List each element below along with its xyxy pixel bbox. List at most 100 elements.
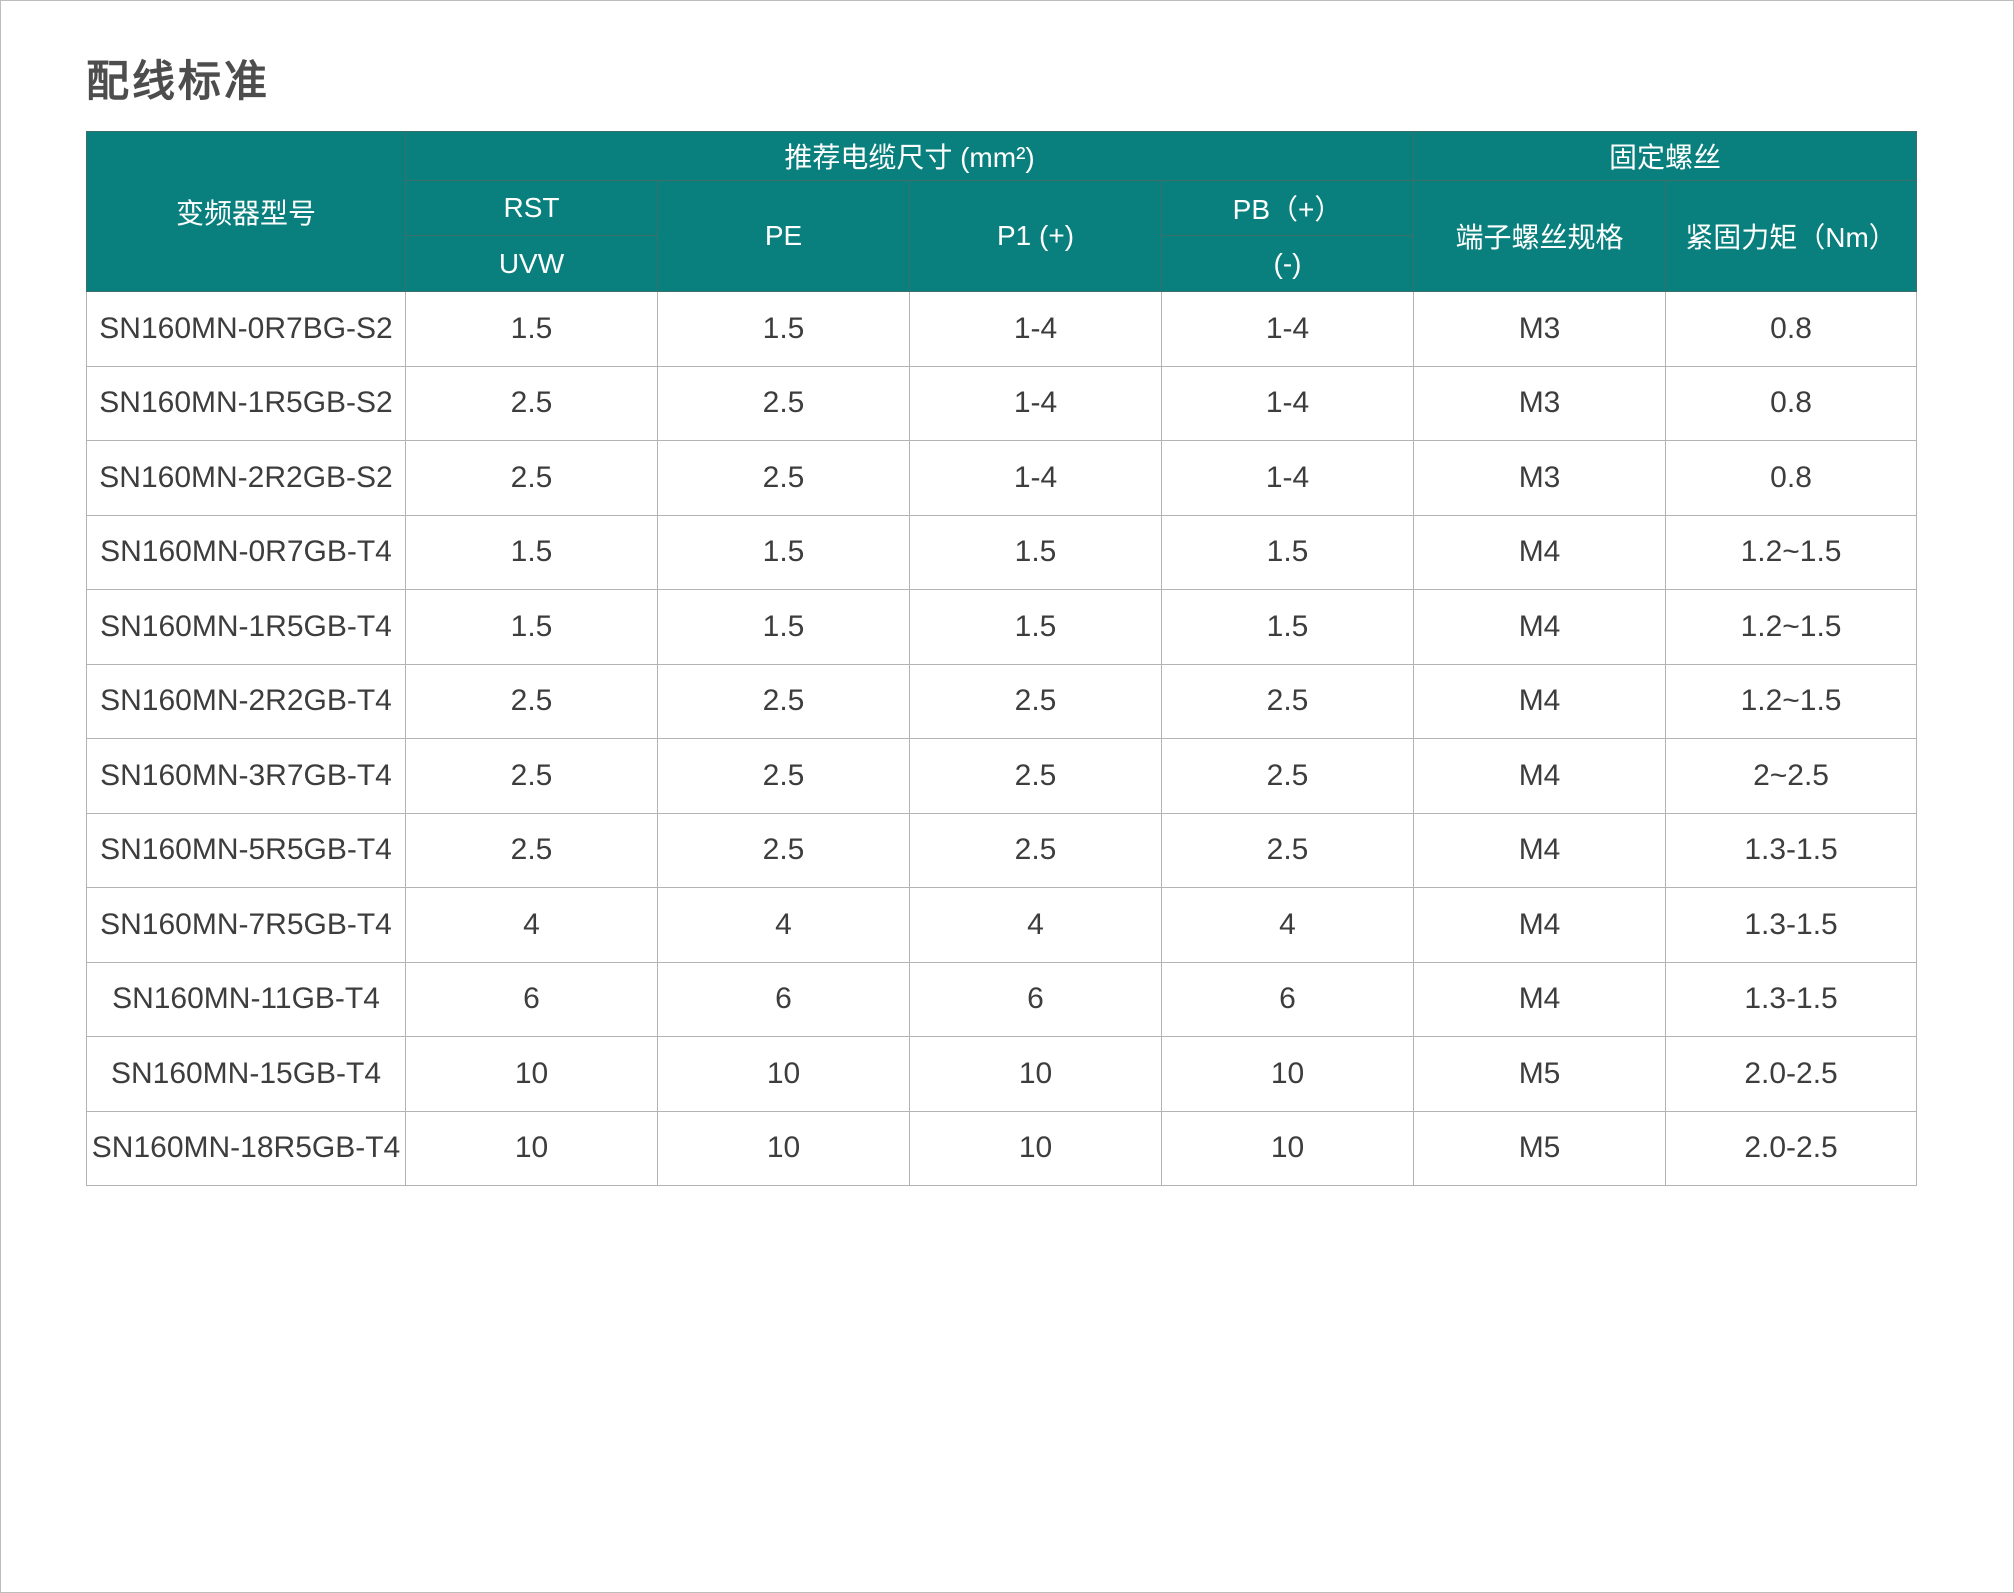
value-cell: 0.8 xyxy=(1665,291,1918,367)
value-cell: M4 xyxy=(1413,887,1667,963)
header-group-row: 变频器型号 推荐电缆尺寸 (mm²) 固定螺丝 xyxy=(86,131,1918,292)
value-cell: 1.2~1.5 xyxy=(1665,663,1918,739)
table-row: SN160MN-1R5GB-S2 2.5 2.5 1-4 1-4 M3 0.8 xyxy=(86,365,1918,441)
value-cell: 10 xyxy=(909,1110,1162,1186)
page-title: 配线标准 xyxy=(86,58,270,106)
value-cell: 1.5 xyxy=(1160,514,1415,590)
model-cell: SN160MN-7R5GB-T4 xyxy=(86,887,406,963)
column-header-pb: PB（+） xyxy=(1160,180,1415,236)
value-cell: 1.2~1.5 xyxy=(1665,589,1918,665)
value-cell: 0.8 xyxy=(1665,440,1918,516)
value-cell: M4 xyxy=(1413,812,1667,888)
value-cell: 10 xyxy=(405,1110,658,1186)
table-row: SN160MN-0R7BG-S2 1.5 1.5 1-4 1-4 M3 0.8 xyxy=(86,291,1918,367)
value-cell: 2.5 xyxy=(657,663,910,739)
value-cell: 1.3-1.5 xyxy=(1665,812,1918,888)
table-row: SN160MN-2R2GB-T4 2.5 2.5 2.5 2.5 M4 1.2~… xyxy=(86,663,1918,739)
model-cell: SN160MN-15GB-T4 xyxy=(86,1036,406,1112)
value-cell: 10 xyxy=(909,1036,1162,1112)
value-cell: 2.5 xyxy=(405,365,658,441)
value-cell: 1.5 xyxy=(405,291,658,367)
column-header-torque: 紧固力矩（Nm） xyxy=(1665,180,1918,292)
value-cell: 4 xyxy=(1160,887,1415,963)
value-cell: M4 xyxy=(1413,589,1667,665)
value-cell: M3 xyxy=(1413,440,1667,516)
column-header-model: 变频器型号 xyxy=(86,131,406,292)
column-header-terminal-screw: 端子螺丝规格 xyxy=(1413,180,1667,292)
value-cell: 1.5 xyxy=(657,589,910,665)
model-cell: SN160MN-5R5GB-T4 xyxy=(86,812,406,888)
table-row: SN160MN-7R5GB-T4 4 4 4 4 M4 1.3-1.5 xyxy=(86,887,1918,963)
value-cell: M5 xyxy=(1413,1036,1667,1112)
value-cell: 1-4 xyxy=(1160,365,1415,441)
model-cell: SN160MN-18R5GB-T4 xyxy=(86,1110,406,1186)
value-cell: 2.5 xyxy=(909,812,1162,888)
column-header-uvw: UVW xyxy=(405,235,658,292)
value-cell: 10 xyxy=(657,1036,910,1112)
value-cell: 1.2~1.5 xyxy=(1665,514,1918,590)
table-row: SN160MN-0R7GB-T4 1.5 1.5 1.5 1.5 M4 1.2~… xyxy=(86,514,1918,590)
table-row: SN160MN-3R7GB-T4 2.5 2.5 2.5 2.5 M4 2~2.… xyxy=(86,738,1918,814)
value-cell: 2.5 xyxy=(405,440,658,516)
value-cell: M4 xyxy=(1413,961,1667,1037)
table-row: SN160MN-15GB-T4 10 10 10 10 M5 2.0-2.5 xyxy=(86,1036,1918,1112)
value-cell: 1-4 xyxy=(909,291,1162,367)
value-cell: 2.5 xyxy=(909,738,1162,814)
value-cell: 6 xyxy=(405,961,658,1037)
value-cell: 2.5 xyxy=(405,812,658,888)
column-header-pe: PE xyxy=(657,180,910,292)
page: 配线标准 变频器型号 推荐电缆尺寸 (mm²) 固定螺丝 RST PE P1 (… xyxy=(0,0,2014,1593)
table-body: SN160MN-0R7BG-S2 1.5 1.5 1-4 1-4 M3 0.8 … xyxy=(86,291,1918,1186)
value-cell: 10 xyxy=(1160,1110,1415,1186)
wiring-standard-table: 变频器型号 推荐电缆尺寸 (mm²) 固定螺丝 RST PE P1 (+) PB… xyxy=(86,131,1918,1186)
value-cell: 1.5 xyxy=(657,291,910,367)
model-cell: SN160MN-0R7BG-S2 xyxy=(86,291,406,367)
column-header-rst: RST xyxy=(405,180,658,236)
value-cell: 1.5 xyxy=(1160,589,1415,665)
value-cell: 2.5 xyxy=(657,440,910,516)
column-group-fixing-screw: 固定螺丝 xyxy=(1413,131,1918,181)
value-cell: 2.0-2.5 xyxy=(1665,1036,1918,1112)
value-cell: 1.5 xyxy=(657,514,910,590)
value-cell: M3 xyxy=(1413,291,1667,367)
value-cell: 1.5 xyxy=(909,589,1162,665)
value-cell: 1.5 xyxy=(405,514,658,590)
value-cell: 2.5 xyxy=(657,812,910,888)
value-cell: 1-4 xyxy=(909,365,1162,441)
value-cell: 4 xyxy=(405,887,658,963)
column-header-minus: (-) xyxy=(1160,235,1415,292)
value-cell: 1.5 xyxy=(405,589,658,665)
model-cell: SN160MN-1R5GB-S2 xyxy=(86,365,406,441)
table-header: 变频器型号 推荐电缆尺寸 (mm²) 固定螺丝 RST PE P1 (+) PB… xyxy=(86,131,1918,292)
value-cell: 10 xyxy=(657,1110,910,1186)
table-row: SN160MN-2R2GB-S2 2.5 2.5 1-4 1-4 M3 0.8 xyxy=(86,440,1918,516)
table-row: SN160MN-1R5GB-T4 1.5 1.5 1.5 1.5 M4 1.2~… xyxy=(86,589,1918,665)
value-cell: 1.5 xyxy=(909,514,1162,590)
model-cell: SN160MN-1R5GB-T4 xyxy=(86,589,406,665)
value-cell: 1-4 xyxy=(1160,291,1415,367)
value-cell: 4 xyxy=(657,887,910,963)
value-cell: 2.5 xyxy=(1160,663,1415,739)
table-row: SN160MN-5R5GB-T4 2.5 2.5 2.5 2.5 M4 1.3-… xyxy=(86,812,1918,888)
value-cell: 2.5 xyxy=(1160,738,1415,814)
model-cell: SN160MN-0R7GB-T4 xyxy=(86,514,406,590)
value-cell: M4 xyxy=(1413,514,1667,590)
value-cell: M4 xyxy=(1413,738,1667,814)
column-header-p1: P1 (+) xyxy=(909,180,1162,292)
value-cell: 2.5 xyxy=(657,738,910,814)
value-cell: 2.5 xyxy=(405,663,658,739)
value-cell: 2~2.5 xyxy=(1665,738,1918,814)
model-cell: SN160MN-3R7GB-T4 xyxy=(86,738,406,814)
value-cell: 0.8 xyxy=(1665,365,1918,441)
value-cell: 2.5 xyxy=(405,738,658,814)
model-cell: SN160MN-2R2GB-S2 xyxy=(86,440,406,516)
table-row: SN160MN-18R5GB-T4 10 10 10 10 M5 2.0-2.5 xyxy=(86,1110,1918,1186)
value-cell: 1-4 xyxy=(909,440,1162,516)
model-cell: SN160MN-2R2GB-T4 xyxy=(86,663,406,739)
value-cell: 2.0-2.5 xyxy=(1665,1110,1918,1186)
value-cell: M5 xyxy=(1413,1110,1667,1186)
value-cell: 6 xyxy=(909,961,1162,1037)
value-cell: 1.3-1.5 xyxy=(1665,887,1918,963)
value-cell: 6 xyxy=(657,961,910,1037)
table-row: SN160MN-11GB-T4 6 6 6 6 M4 1.3-1.5 xyxy=(86,961,1918,1037)
